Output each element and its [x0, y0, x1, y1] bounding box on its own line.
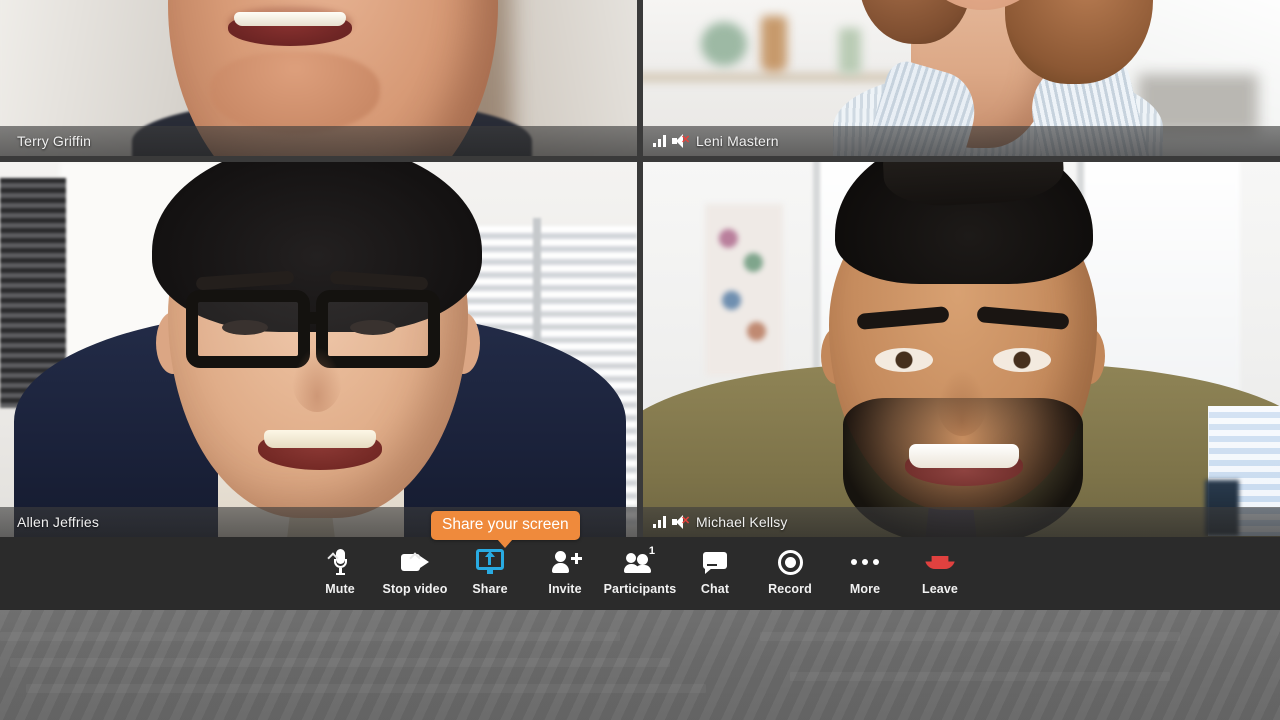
- invite-button[interactable]: Invite: [528, 537, 603, 610]
- participants-count-badge: 1: [648, 545, 655, 557]
- chat-glyph: [703, 546, 727, 578]
- people-icon: 1: [624, 546, 655, 573]
- invite-label: Invite: [548, 582, 582, 596]
- participants-glyph: 1: [624, 546, 655, 578]
- more-button[interactable]: More: [828, 537, 903, 610]
- leave-button[interactable]: Leave: [903, 537, 978, 610]
- signal-bars-icon: [653, 135, 666, 147]
- record-label: Record: [768, 582, 812, 596]
- chat-label: Chat: [700, 582, 730, 596]
- stop-video-label: Stop video: [382, 582, 448, 596]
- video-conference-window: Terry Griffin ✕ Leni Mastern Allen Jeffr…: [0, 0, 1280, 720]
- chat-button[interactable]: Chat: [678, 537, 753, 610]
- participants-button[interactable]: 1 Participants: [603, 537, 678, 610]
- mute-label: Mute: [325, 582, 355, 596]
- leave-label: Leave: [922, 582, 958, 596]
- microphone-icon: [333, 549, 347, 575]
- participant-name: Michael Kellsy: [696, 514, 788, 530]
- leave-glyph: [925, 546, 955, 578]
- mute-glyph: [326, 546, 347, 578]
- share-glyph: [476, 546, 504, 578]
- toolbar-items: Mute Stop video Share Invite 1 Participa…: [303, 537, 978, 610]
- video-tile-allen-jeffries[interactable]: Allen Jeffries: [0, 162, 637, 537]
- video-tile-leni-mastern[interactable]: ✕ Leni Mastern: [643, 0, 1280, 156]
- add-person-icon: [552, 551, 582, 573]
- desktop-background: [0, 610, 1280, 720]
- video-feed-michael-kellsy: [643, 162, 1280, 537]
- nameplate-icons: ✕: [653, 134, 690, 148]
- record-icon: [777, 549, 803, 575]
- more-label: More: [849, 582, 881, 596]
- invite-glyph: [552, 546, 582, 578]
- share-screen-icon: [476, 549, 504, 575]
- chat-bubble-icon: [703, 551, 727, 574]
- participant-name: Leni Mastern: [696, 133, 779, 149]
- nameplate-terry-griffin: Terry Griffin: [0, 126, 637, 156]
- speaker-muted-icon: ✕: [672, 134, 690, 148]
- mute-button[interactable]: Mute: [303, 537, 378, 610]
- video-grid: Terry Griffin ✕ Leni Mastern Allen Jeffr…: [0, 0, 1280, 537]
- share-tooltip: Share your screen: [431, 511, 580, 548]
- nameplate-leni-mastern: ✕ Leni Mastern: [643, 126, 1280, 156]
- ellipsis-icon: [851, 558, 879, 566]
- video-tile-terry-griffin[interactable]: Terry Griffin: [0, 0, 637, 156]
- stop-video-button[interactable]: Stop video: [378, 537, 453, 610]
- video-feed-allen-jeffries: [0, 162, 637, 537]
- hangup-phone-icon: [925, 554, 955, 570]
- participant-name: Terry Griffin: [17, 133, 92, 149]
- speaker-muted-icon: ✕: [672, 515, 690, 529]
- share-label: Share: [472, 582, 508, 596]
- record-button[interactable]: Record: [753, 537, 828, 610]
- record-glyph: [777, 546, 803, 578]
- nameplate-icons: ✕: [653, 515, 690, 529]
- participant-name: Allen Jeffries: [17, 514, 99, 530]
- signal-bars-icon: [653, 516, 666, 528]
- meeting-toolbar: Mute Stop video Share Invite 1 Participa…: [0, 537, 1280, 610]
- nameplate-michael-kellsy: ✕ Michael Kellsy: [643, 507, 1280, 537]
- participants-label: Participants: [603, 582, 677, 596]
- video-tile-michael-kellsy[interactable]: ✕ Michael Kellsy: [643, 162, 1280, 537]
- more-glyph: [851, 546, 879, 578]
- stop-video-glyph: [401, 546, 429, 578]
- share-button[interactable]: Share: [453, 537, 528, 610]
